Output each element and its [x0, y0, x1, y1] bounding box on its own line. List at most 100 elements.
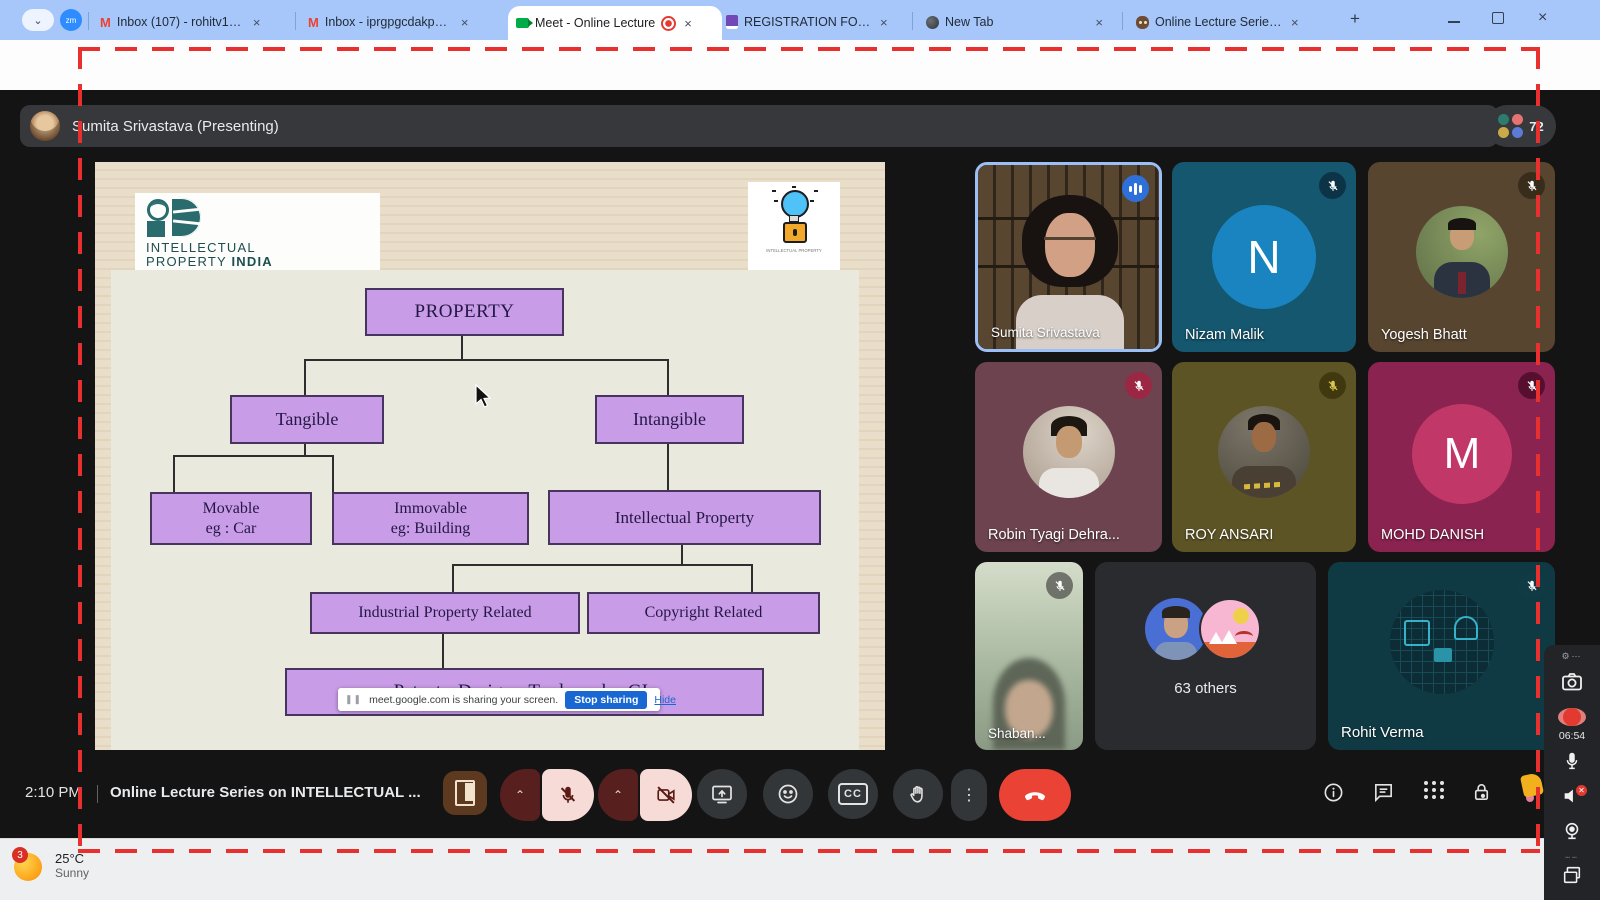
- logo-text-1: INTELLECTUAL: [146, 240, 256, 255]
- maximize-button[interactable]: [1492, 12, 1504, 24]
- node-immovable: Immovableeg: Building: [332, 492, 529, 545]
- close-icon[interactable]: ×: [253, 15, 261, 30]
- presenter-banner: Sumita Srivastava (Presenting): [20, 105, 1498, 147]
- recording-timer: 06:54: [1559, 730, 1585, 742]
- weather-desc: Sunny: [55, 866, 89, 880]
- avatar-photo: [1023, 406, 1115, 498]
- share-border-top: [78, 47, 1540, 51]
- tile-rohit[interactable]: Rohit Verma: [1328, 562, 1555, 750]
- new-tab-button[interactable]: +: [1350, 9, 1360, 29]
- record-button[interactable]: [1558, 708, 1586, 726]
- tab-meet-active[interactable]: Meet - Online Lecture ×: [508, 6, 722, 40]
- present-icon: [710, 782, 734, 806]
- close-window-button[interactable]: ×: [1538, 9, 1547, 27]
- hand-icon: [907, 783, 929, 805]
- mic-off-button[interactable]: [542, 769, 594, 821]
- close-icon[interactable]: ×: [1291, 15, 1299, 30]
- share-border-right: [1536, 47, 1540, 853]
- windows-taskbar: 3 25°C Sunny Search: [0, 838, 1600, 900]
- camera-control[interactable]: ⌃: [598, 769, 692, 821]
- webcam-icon[interactable]: [1561, 820, 1583, 847]
- mic-control[interactable]: ⌃: [500, 769, 594, 821]
- present-button[interactable]: [697, 769, 747, 819]
- tile-robin[interactable]: Robin Tyagi Dehra...: [975, 362, 1162, 552]
- tile-name: Nizam Malik: [1185, 327, 1264, 343]
- stop-sharing-button[interactable]: Stop sharing: [565, 691, 647, 709]
- tab-inbox-1[interactable]: M Inbox (107) - rohitv198@ ×: [92, 8, 298, 36]
- close-icon[interactable]: ×: [880, 15, 888, 30]
- mic-options-chevron-icon[interactable]: ⌃: [500, 769, 540, 821]
- node-industrial: Industrial Property Related: [310, 592, 580, 634]
- ip-india-logo: INTELLECTUAL PROPERTY INDIA: [135, 193, 380, 270]
- avatar-initial: M: [1412, 404, 1512, 504]
- apps-grid-icon: [1424, 781, 1445, 799]
- browser-tab-strip: ⌄ zm M Inbox (107) - rohitv198@ × M Inbo…: [0, 0, 1600, 40]
- close-icon[interactable]: ×: [684, 16, 692, 31]
- recorder-handle-icon[interactable]: ⚙⋯: [1561, 651, 1582, 662]
- camera-options-chevron-icon[interactable]: ⌃: [598, 769, 638, 821]
- avatar-photo: [1390, 590, 1494, 694]
- tab-new-tab[interactable]: New Tab ×: [918, 8, 1124, 36]
- tile-name: Yogesh Bhatt: [1381, 327, 1467, 343]
- activities-button[interactable]: [1424, 781, 1445, 799]
- close-icon[interactable]: ×: [461, 15, 469, 30]
- avatar-photo: [1416, 206, 1508, 298]
- mic-off-icon: [1518, 572, 1545, 599]
- node-movable: Movableeg : Car: [150, 492, 312, 545]
- tile-roy[interactable]: ROY ANSARI: [1172, 362, 1356, 552]
- captions-button[interactable]: CC: [828, 769, 878, 819]
- presentation-slide: INTELLECTUAL PROPERTY INDIA INTELLECTUAL…: [95, 162, 885, 750]
- avatar-initial: N: [1212, 205, 1316, 309]
- tab-lecture-series[interactable]: Online Lecture Series on ×: [1128, 8, 1334, 36]
- node-property: PROPERTY: [365, 288, 564, 336]
- tile-mohd[interactable]: M MOHD DANISH: [1368, 362, 1555, 552]
- hide-link[interactable]: Hide: [654, 694, 676, 706]
- tile-nizam[interactable]: N Nizam Malik: [1172, 162, 1356, 352]
- end-call-button[interactable]: [999, 769, 1071, 821]
- close-icon[interactable]: ×: [1095, 15, 1103, 30]
- browser-icon: [926, 16, 939, 29]
- tile-others[interactable]: 63 others: [1095, 562, 1316, 750]
- mic-off-icon: [1518, 372, 1545, 399]
- raise-hand-button[interactable]: [893, 769, 943, 819]
- screen-recorder-toolbar: ⚙⋯ 06:54 ✕ ┄┄: [1544, 645, 1600, 900]
- reactions-button[interactable]: [763, 769, 813, 819]
- screen: ⌄ zm M Inbox (107) - rohitv198@ × M Inbo…: [0, 0, 1600, 900]
- recorder-mic-icon[interactable]: [1561, 750, 1583, 777]
- tab-inbox-2[interactable]: M Inbox - iprgpgcdakpatha ×: [300, 8, 506, 36]
- info-button[interactable]: [1322, 781, 1345, 809]
- tile-sumita[interactable]: Sumita Srivastava: [975, 162, 1162, 352]
- tab-registration-form[interactable]: REGISTRATION FORM: IP ×: [718, 8, 924, 36]
- tile-yogesh[interactable]: Yogesh Bhatt: [1368, 162, 1555, 352]
- breakout-door-button[interactable]: [443, 771, 487, 815]
- participant-avatars: [1498, 114, 1524, 138]
- minimize-button[interactable]: [1448, 21, 1460, 23]
- meet-icon: [516, 18, 529, 28]
- screenshot-camera-icon[interactable]: [1560, 670, 1584, 699]
- pause-icon[interactable]: ❚❚: [345, 694, 362, 705]
- tile-shaban[interactable]: Shaban...: [975, 562, 1083, 750]
- mic-off-icon: [1319, 172, 1346, 199]
- zoom-app-icon[interactable]: zm: [60, 9, 82, 31]
- tile-name: Robin Tyagi Dehra...: [988, 527, 1120, 543]
- presenter-avatar: [30, 111, 60, 141]
- windows-panel-icon[interactable]: [1561, 864, 1583, 891]
- person-body: [1016, 295, 1124, 352]
- share-notice-text: meet.google.com is sharing your screen.: [369, 694, 558, 706]
- participant-count-pill[interactable]: 72: [1486, 105, 1556, 147]
- weather-widget[interactable]: 3 25°C Sunny: [14, 849, 89, 881]
- logo-text-2: PROPERTY: [146, 254, 227, 269]
- screen-share-notice: ❚❚ meet.google.com is sharing your scree…: [338, 688, 660, 711]
- more-options-button[interactable]: ⋮: [951, 769, 987, 821]
- mouse-cursor: [475, 384, 495, 410]
- phone-hangup-icon: [1022, 782, 1048, 808]
- tab-search-chevron-icon[interactable]: ⌄: [22, 9, 54, 31]
- speaker-muted-icon[interactable]: ✕: [1561, 785, 1583, 812]
- camera-off-button[interactable]: [640, 769, 692, 821]
- logo-text-3: INDIA: [231, 254, 272, 269]
- meeting-title: Online Lecture Series on INTELLECTUAL ..…: [110, 784, 421, 801]
- host-controls-button[interactable]: [1470, 781, 1493, 809]
- chat-button[interactable]: [1372, 781, 1395, 809]
- share-border-bottom: [78, 849, 1540, 853]
- presenter-name: Sumita Srivastava (Presenting): [72, 118, 279, 135]
